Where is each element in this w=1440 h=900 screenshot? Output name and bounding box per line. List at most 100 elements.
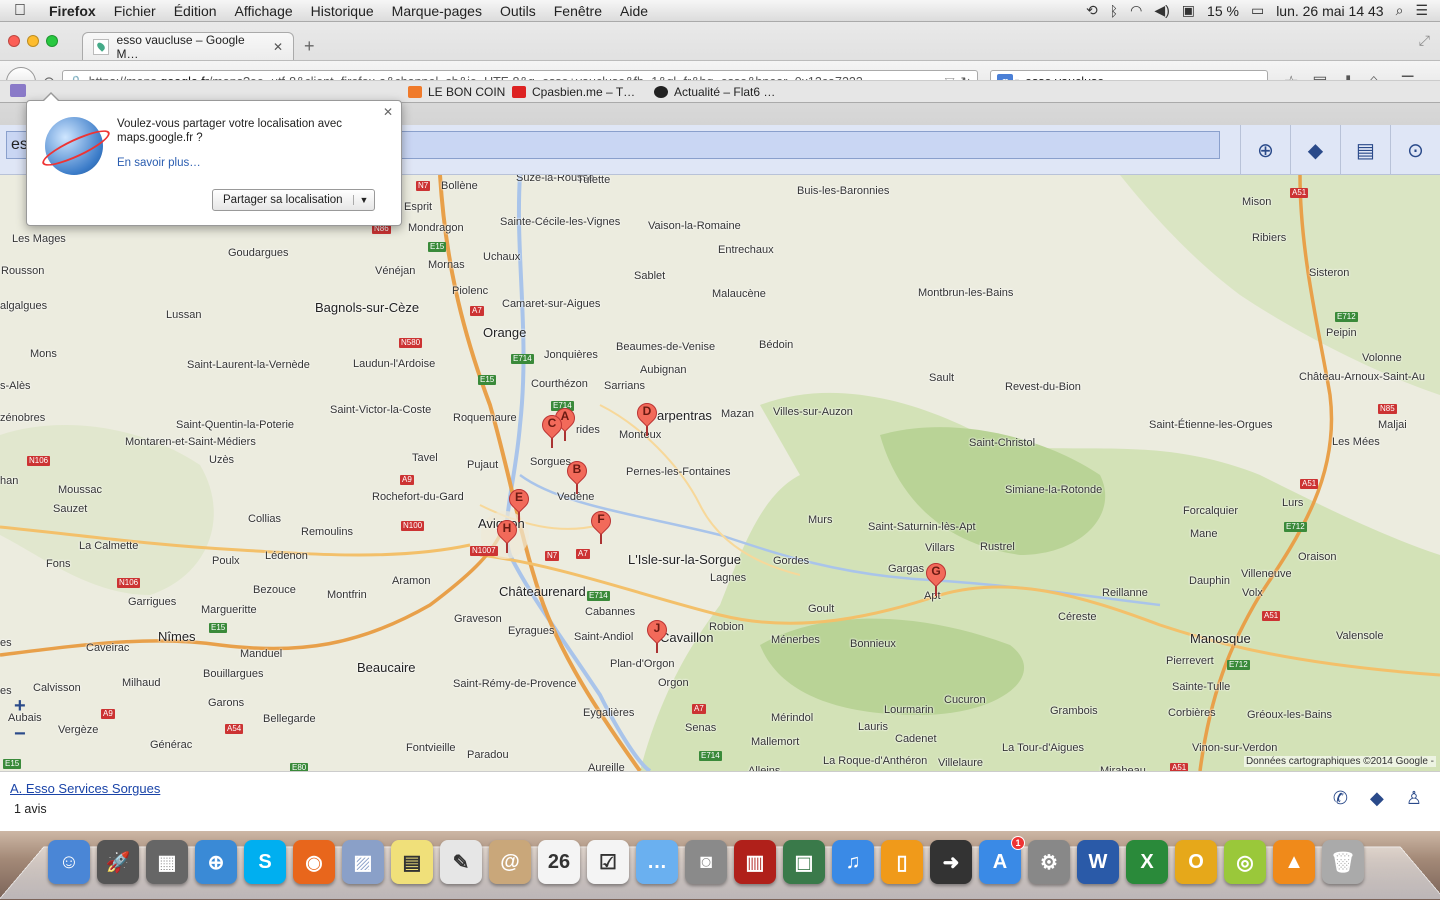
close-tab-icon[interactable]: ✕: [273, 40, 283, 54]
messages-icon[interactable]: …: [636, 840, 678, 884]
tab-google-maps[interactable]: esso vaucluse – Google M… ✕: [82, 32, 294, 61]
menu-fichier[interactable]: Fichier: [105, 3, 165, 19]
excel-icon[interactable]: X: [1126, 840, 1168, 884]
limewire-icon[interactable]: ◎: [1224, 840, 1266, 884]
menu-affichage[interactable]: Affichage: [226, 3, 302, 19]
wifi-icon[interactable]: ◠: [1130, 2, 1142, 19]
trash-icon[interactable]: 🗑: [1322, 840, 1364, 884]
spotlight-icon[interactable]: ⌕: [1396, 2, 1404, 19]
vlc-icon[interactable]: ▲: [1273, 840, 1315, 884]
share-location-button[interactable]: Partager sa localisation ▼: [212, 189, 376, 211]
menu-historique[interactable]: Historique: [302, 3, 383, 19]
town-label: Bezouce: [253, 584, 296, 596]
new-tab-button[interactable]: +: [304, 36, 315, 57]
fullscreen-icon[interactable]: ⤢: [1419, 32, 1430, 49]
keyboard-icon[interactable]: ▣: [1182, 2, 1195, 19]
firefox-icon[interactable]: ◉: [293, 840, 335, 884]
menu-fenetre[interactable]: Fenêtre: [545, 3, 611, 19]
launchpad-icon[interactable]: 🚀: [97, 840, 139, 884]
geolocation-globe-icon: [45, 117, 103, 175]
menu-app[interactable]: Firefox: [40, 3, 105, 19]
map-marker-j[interactable]: J: [642, 615, 672, 654]
word-icon[interactable]: W: [1077, 840, 1119, 884]
share-dropdown-icon[interactable]: ▼: [352, 195, 375, 205]
finder-icon[interactable]: ☺: [48, 840, 90, 884]
cpasbien-icon: [512, 85, 526, 98]
reminders-icon[interactable]: ☑: [587, 840, 629, 884]
road-shield: A7: [692, 704, 706, 714]
zoom-out-button[interactable]: −: [14, 723, 26, 746]
stickies-icon[interactable]: ▤: [391, 840, 433, 884]
town-label: Caveirac: [86, 642, 130, 654]
town-label: Simiane-la-Rotonde: [1005, 484, 1103, 496]
result-reviews[interactable]: 1 avis: [14, 802, 47, 816]
map-marker-e[interactable]: E: [504, 484, 534, 523]
map-marker-c[interactable]: C: [537, 410, 567, 449]
bookmark-flat6[interactable]: Actualité – Flat6 …: [654, 85, 775, 99]
town-label: Lédenon: [265, 550, 308, 562]
notification-center-icon[interactable]: ☰: [1415, 2, 1428, 19]
ibooks-icon[interactable]: ▯: [881, 840, 923, 884]
photo-booth-icon[interactable]: ▥: [734, 840, 776, 884]
close-popup-icon[interactable]: ✕: [383, 105, 393, 119]
town-label: Saint-Quentin-la-Poterie: [176, 419, 295, 431]
map-marker-h[interactable]: H: [492, 515, 522, 554]
textedit-icon[interactable]: ✎: [440, 840, 482, 884]
zoom-in-button[interactable]: +: [14, 695, 26, 718]
facetime-icon[interactable]: ◙: [685, 840, 727, 884]
map-marker-b[interactable]: B: [562, 456, 592, 495]
contacts-icon[interactable]: @: [489, 840, 531, 884]
app-store-icon[interactable]: A1: [979, 836, 1025, 884]
photo-browser-icon[interactable]: ▦: [146, 840, 188, 884]
safari-icon[interactable]: ⊕: [195, 840, 237, 884]
town-label: Vaison-la-Romaine: [648, 220, 741, 232]
town-label: Courthézon: [531, 378, 588, 390]
town-label: Fontvieille: [406, 742, 456, 754]
map-marker-f[interactable]: F: [586, 506, 616, 545]
bookmarks-folder-icon[interactable]: [10, 84, 26, 97]
list-view-icon[interactable]: ▤: [1340, 125, 1390, 175]
directions-icon[interactable]: ◆: [1370, 788, 1384, 809]
bluetooth-icon[interactable]: ᛒ: [1110, 3, 1118, 19]
menu-aide[interactable]: Aide: [611, 3, 657, 19]
close-window-button[interactable]: [8, 35, 20, 47]
map-marker-d[interactable]: D: [632, 398, 662, 437]
zoom-window-button[interactable]: [46, 35, 58, 47]
menu-outils[interactable]: Outils: [491, 3, 545, 19]
map-marker-g[interactable]: G: [921, 558, 951, 597]
bookmark-leboncoin[interactable]: LE BON COIN: [408, 85, 505, 99]
iphoto-icon[interactable]: ▣: [783, 840, 825, 884]
clock[interactable]: lun. 26 mai 14 43: [1276, 3, 1383, 19]
town-label: Uzès: [209, 454, 235, 466]
flat6-icon: [654, 85, 668, 98]
calendar-icon[interactable]: 26: [538, 840, 580, 884]
town-label: Sainte-Cécile-les-Vignes: [500, 216, 621, 228]
skype-icon[interactable]: S: [244, 840, 286, 884]
outlook-icon[interactable]: O: [1175, 840, 1217, 884]
map-canvas[interactable]: Bollène Suze-la-Rousse Tulette Buis-les-Bar…: [0, 175, 1440, 771]
town-label: Cavaillon: [660, 630, 714, 645]
minimize-window-button[interactable]: [27, 35, 39, 47]
system-preferences-icon[interactable]: ⚙: [1028, 840, 1070, 884]
town-label: Tulette: [577, 175, 611, 186]
time-machine-icon[interactable]: ⟲: [1086, 2, 1098, 19]
learn-more-link[interactable]: En savoir plus…: [117, 157, 201, 169]
battery-icon[interactable]: ▭: [1251, 2, 1264, 19]
battery-percent[interactable]: 15 %: [1207, 3, 1239, 19]
menu-marque-pages[interactable]: Marque-pages: [383, 3, 491, 19]
menu-edition[interactable]: Édition: [165, 3, 226, 19]
itunes-icon[interactable]: ♫: [832, 840, 874, 884]
directions-icon[interactable]: ◆: [1290, 125, 1340, 175]
iphone-sync-icon[interactable]: ➜: [930, 840, 972, 884]
my-location-icon[interactable]: ⊕: [1240, 125, 1290, 175]
town-label: Cadenet: [895, 733, 937, 745]
more-options-icon[interactable]: ⊙: [1390, 125, 1440, 175]
bookmark-cpasbien[interactable]: Cpasbien.me – T…: [512, 85, 635, 99]
volume-icon[interactable]: ◀): [1154, 2, 1169, 19]
apple-menu-icon[interactable]: : [0, 2, 40, 20]
street-view-icon[interactable]: ♙: [1406, 788, 1422, 809]
preview-icon[interactable]: ▨: [342, 840, 384, 884]
result-title[interactable]: A. Esso Services Sorgues: [10, 781, 160, 796]
phone-icon[interactable]: ✆: [1333, 788, 1348, 809]
town-label: Mons: [30, 348, 57, 360]
